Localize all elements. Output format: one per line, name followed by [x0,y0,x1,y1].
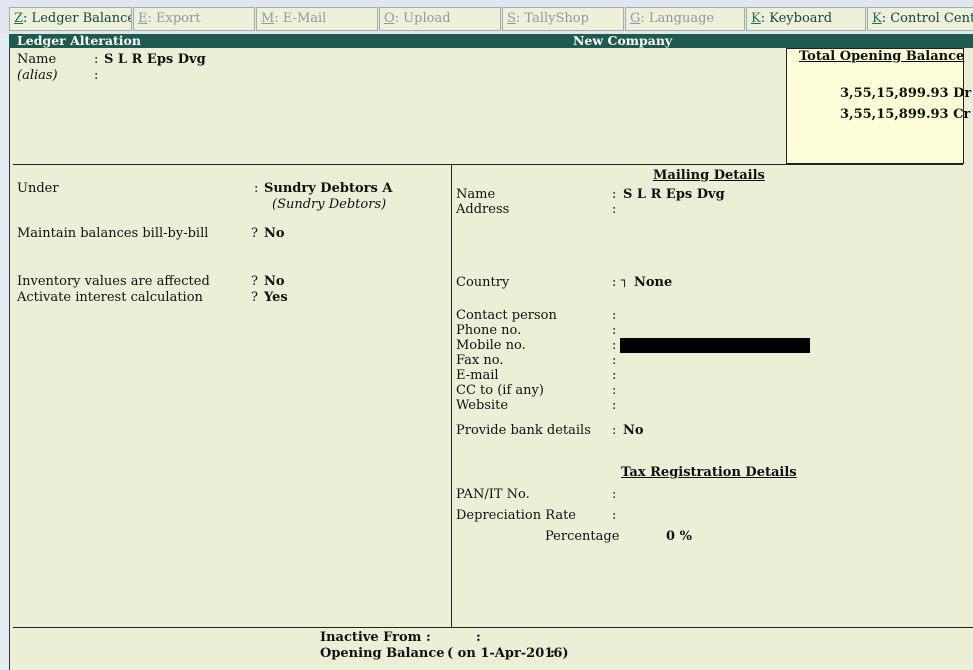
mobile-input[interactable] [620,338,810,353]
separator: : [612,487,617,502]
button-label: : Upload [394,11,451,26]
total-opening-balance-box: Total Opening Balance 3,55,15,899.93 Dr … [786,48,971,164]
separator: : [612,202,617,217]
tallyshop-button[interactable]: S: TallyShop [502,7,624,31]
bank-details-value[interactable]: No [623,423,644,438]
separator: : [254,181,259,196]
under-parent-group: (Sundry Debtors) [272,197,387,212]
button-label: : Control Centre [881,11,973,26]
screen-title: Ledger Alteration [17,33,141,48]
mailing-name-label: Name [456,187,496,202]
interest-calculation-label: Activate interest calculation [17,290,203,305]
mobile-label: Mobile no. [456,338,526,353]
shortcut-key: G [630,11,641,26]
question-mark: ? [251,290,258,305]
column-divider [451,164,452,627]
under-label: Under [17,181,59,196]
percentage-label: Percentage [545,529,620,544]
cc-label: CC to (if any) [456,383,544,398]
shortcut-key: K [751,11,761,26]
inventory-affected-label: Inventory values are affected [17,274,210,289]
separator: : [612,398,617,413]
separator: : [612,423,617,438]
keyboard-button[interactable]: K: Keyboard [746,7,866,31]
language-button[interactable]: G: Language [625,7,745,31]
address-label: Address [456,202,510,217]
inactive-from-label: Inactive From : [320,630,431,645]
separator: : [476,630,481,645]
footer-divider [13,627,973,628]
upload-button[interactable]: O: Upload [379,7,501,31]
button-label: : Export [147,11,201,26]
phone-label: Phone no. [456,323,522,338]
list-arrow-icon: ┐ [621,273,629,287]
depreciation-rate-label: Depreciation Rate [456,508,577,523]
separator: : [612,308,617,323]
question-mark: ? [251,226,258,241]
shortcut-key: S [507,11,516,26]
button-label: : Keyboard [760,11,833,26]
separator: : [612,368,617,383]
separator: : [94,52,99,67]
shortcut-key: O [384,11,395,26]
website-label: Website [456,398,509,413]
contact-person-label: Contact person [456,308,557,323]
under-value[interactable]: Sundry Debtors A [264,181,392,196]
window-edge [0,34,9,670]
email-label: E-mail [456,368,499,383]
export-button[interactable]: E: Export [133,7,255,31]
interest-calculation-value[interactable]: Yes [264,290,288,305]
total-credit: 3,55,15,899.93 Cr [840,107,971,122]
name-label: Name [17,52,57,67]
separator: : [612,187,617,202]
name-input[interactable]: S L R Eps Dvg [104,52,206,67]
separator: : [550,646,555,661]
bill-by-bill-label: Maintain balances bill-by-bill [17,226,209,241]
button-label: : TallyShop [515,11,589,26]
separator: : [94,68,99,83]
bank-details-label: Provide bank details [456,423,591,438]
shortcut-key: Z [14,11,24,26]
separator: : [612,338,617,353]
percentage-value[interactable]: 0 % [666,529,692,544]
separator: : [612,353,617,368]
control-centre-button[interactable]: K: Control Centre [867,7,973,31]
mailing-details-heading: Mailing Details [653,168,765,183]
country-label: Country [456,275,510,290]
mailing-name-input[interactable]: S L R Eps Dvg [623,187,725,202]
separator: : [612,508,617,523]
email-button[interactable]: M: E-Mail [256,7,378,31]
question-mark: ? [251,274,258,289]
alias-label: (alias) [17,68,58,83]
button-label: : Ledger Balance [23,11,132,26]
bill-by-bill-value[interactable]: No [264,226,285,241]
shortcut-key: M [261,11,275,26]
pan-label: PAN/IT No. [456,487,530,502]
inventory-affected-value[interactable]: No [264,274,285,289]
button-bar: Z: Ledger Balance E: Export M: E-Mail O:… [0,0,973,34]
ledger-balance-button[interactable]: Z: Ledger Balance [9,7,132,31]
tax-registration-heading: Tax Registration Details [621,465,797,480]
separator: : [612,275,617,290]
total-opening-balance-title: Total Opening Balance [799,49,965,64]
separator: : [612,383,617,398]
separator: : [612,323,617,338]
fax-label: Fax no. [456,353,504,368]
button-label: : E-Mail [274,11,327,26]
opening-balance-label: Opening Balance [320,646,445,661]
button-label: : Language [640,11,715,26]
shortcut-key: E [138,11,148,26]
total-debit: 3,55,15,899.93 Dr [840,86,972,101]
country-value[interactable]: None [634,275,672,290]
title-bar: Ledger Alteration New Company [9,34,973,48]
header-divider [13,164,963,165]
company-name: New Company [573,33,673,48]
shortcut-key: K [872,11,882,26]
